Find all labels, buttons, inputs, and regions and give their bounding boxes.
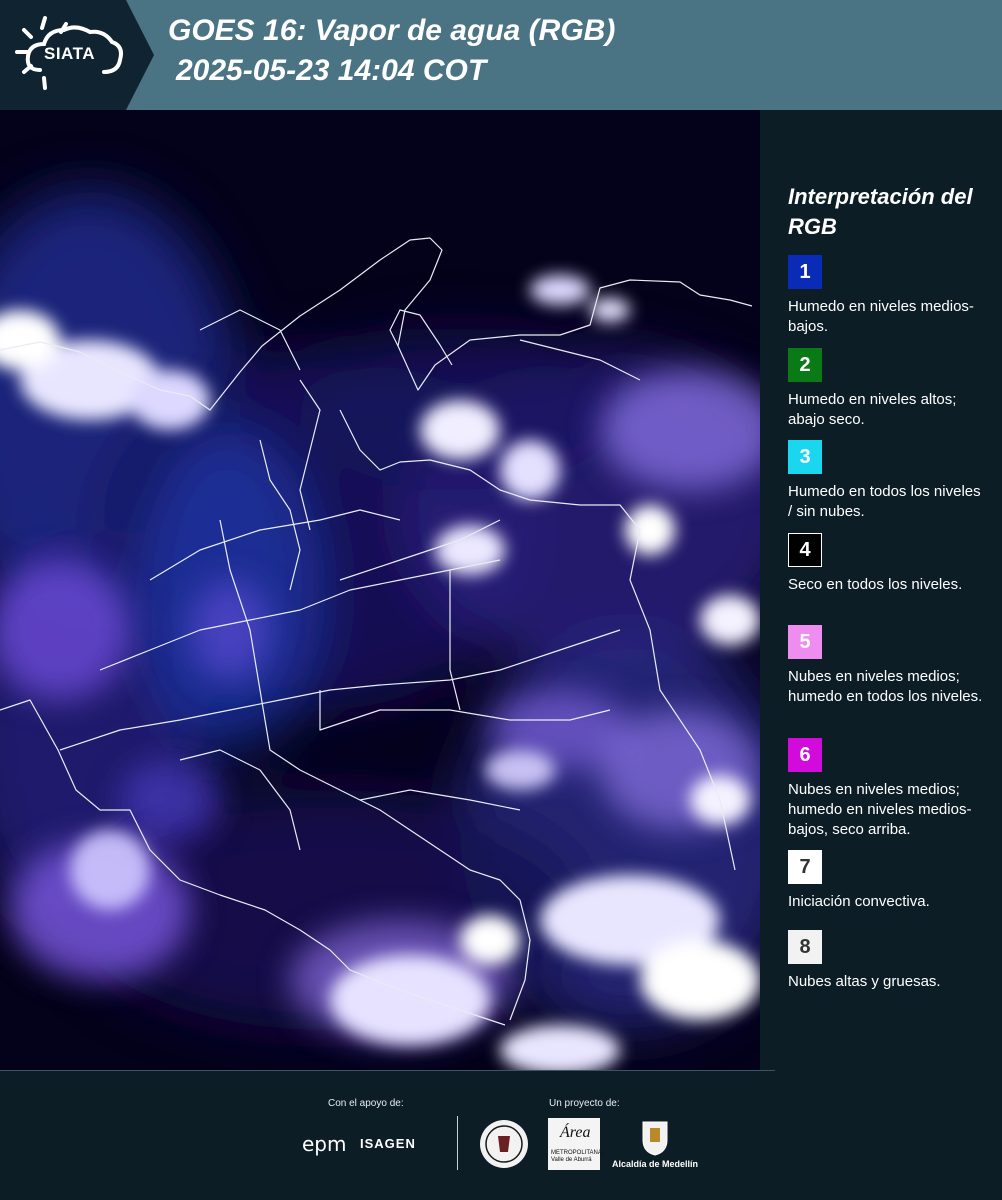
legend-item-6: 6 Nubes en niveles medios; humedo en nive… [788, 738, 988, 840]
footer: Con el apoyo de: Un proyecto de: epm ISA… [0, 1070, 1002, 1200]
page-title: GOES 16: Vapor de agua (RGB) [168, 14, 616, 47]
legend-swatch-7: 7 [788, 850, 822, 884]
legend-swatch-1: 1 [788, 255, 822, 289]
legend-item-8: 8 Nubes altas y gruesas. [788, 930, 988, 992]
legend-swatch-3: 3 [788, 440, 822, 474]
legend-text-4: Seco en todos los niveles. [788, 576, 963, 593]
legend-title: Interpretación del RGB [788, 184, 973, 239]
seal-icon [480, 1120, 528, 1168]
legend-text-5: Nubes en niveles medios; humedo en todos… [788, 668, 983, 705]
siata-logo-text: SIATA [44, 44, 95, 63]
footer-divider-line [0, 1070, 775, 1071]
legend-text-8: Nubes altas y gruesas. [788, 973, 941, 990]
support-label: Con el apoyo de: [328, 1098, 404, 1109]
metro-logo-mark: Área [560, 1124, 591, 1141]
legend-swatch-4: 4 [788, 533, 822, 567]
satellite-map [0, 110, 760, 1070]
alcaldia-shield-icon [642, 1121, 668, 1156]
legend-item-7: 7 Iniciación convectiva. [788, 850, 988, 912]
alcaldia-label: Alcaldía de Medellín [612, 1159, 699, 1169]
epm-logo: epm [302, 1132, 347, 1156]
legend-swatch-5: 5 [788, 625, 822, 659]
metro-logo-text: METROPOLITANA Valle de Aburrá [551, 1150, 602, 1163]
legend-text-1: Humedo en niveles medios-bajos. [788, 298, 974, 335]
isagen-logo: ISAGEN [360, 1136, 416, 1151]
header-bar: SIATA GOES 16: Vapor de agua (RGB) 2025-… [0, 0, 1002, 110]
legend-text-2: Humedo en niveles altos; abajo seco. [788, 391, 957, 428]
area-metropolitana-logo: Área METROPOLITANA Valle de Aburrá [548, 1118, 602, 1170]
timestamp: 2025-05-23 14:04 COT [176, 54, 487, 87]
legend-swatch-8: 8 [788, 930, 822, 964]
legend-swatch-6: 6 [788, 738, 822, 772]
legend-item-3: 3 Humedo en todos los niveles / sin nubes… [788, 440, 988, 522]
project-label: Un proyecto de: [549, 1098, 620, 1109]
legend-text-6: Nubes en niveles medios; humedo en nivel… [788, 781, 972, 838]
legend-item-1: 1 Humedo en niveles medios-bajos. [788, 255, 988, 337]
legend-item-4: 4 Seco en todos los niveles. [788, 533, 988, 595]
legend-item-2: 2 Humedo en niveles altos; abajo seco. [788, 348, 988, 430]
legend-text-3: Humedo en todos los niveles / sin nubes. [788, 483, 981, 520]
legend-item-5: 5 Nubes en niveles medios; humedo en todo… [788, 625, 988, 707]
siata-logo: SIATA [0, 0, 160, 110]
legend-text-7: Iniciación convectiva. [788, 893, 930, 910]
footer-divider [457, 1116, 458, 1170]
legend-swatch-2: 2 [788, 348, 822, 382]
legend-panel: Interpretación del RGB 1 Humedo en nivele… [760, 110, 1002, 1070]
